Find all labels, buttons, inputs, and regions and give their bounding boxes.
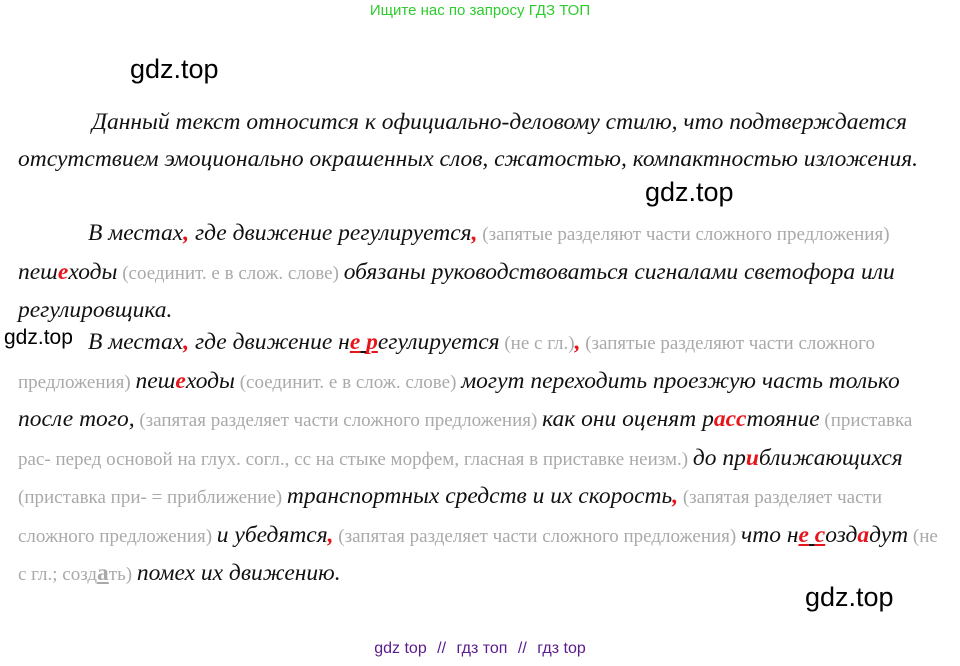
text-run: и убедятся	[216, 521, 328, 548]
grammar-comment: (соединит. е в слож. слове)	[117, 262, 344, 284]
footer-links: gdz top // гдз топ // гдз top	[0, 640, 960, 658]
highlight-letter: асс	[713, 406, 747, 432]
text-run: помех их движению.	[136, 560, 341, 586]
grammar-comment: ть)	[108, 564, 137, 585]
highlight-letter: е	[798, 521, 809, 548]
intro-paragraph: Данный текст относится к официально-дело…	[18, 104, 948, 177]
grammar-comment: (не с гл.)	[499, 333, 575, 354]
grammar-comment: (запятая разделяет части сложного предло…	[333, 525, 742, 547]
text-run: В местах	[88, 329, 184, 355]
text-run: что н	[741, 521, 799, 548]
highlight-letter: а	[857, 521, 870, 548]
grammar-comment: (приставка при- = приближение)	[18, 487, 287, 508]
text-run: где движение н	[189, 329, 350, 355]
search-banner: Ищите нас по запросу ГДЗ ТОП	[369, 2, 591, 19]
sentence-1-paragraph: В местах, где движение регулируется, (за…	[18, 215, 948, 329]
text-run: тояние	[746, 406, 820, 432]
highlight-letter: е	[349, 329, 361, 355]
intro-text: Данный текст относится к официально-дело…	[18, 109, 918, 172]
sentence-2-paragraph: В местах, где движение не регулируется (…	[18, 324, 948, 594]
grammar-comment: (запятая разделяет части сложного предло…	[134, 410, 543, 431]
footer-separator: //	[517, 640, 527, 657]
text-run: ходы	[68, 258, 118, 285]
text-run: пеш	[135, 367, 176, 394]
text-run: ходы	[185, 367, 235, 394]
footer-link-gdz-top-mixed[interactable]: гдз top	[537, 640, 585, 657]
footer-link-gdz-top[interactable]: gdz top	[374, 640, 426, 657]
text-run: до пр	[692, 444, 746, 471]
text-run: озд	[825, 521, 858, 548]
highlight-letter: е	[175, 367, 186, 394]
highlight-letter: е	[57, 258, 69, 285]
highlight-letter: р	[366, 329, 378, 355]
text-run: дут	[869, 521, 909, 548]
highlight-letter: с	[814, 521, 826, 548]
text-run: как они оценят р	[542, 406, 714, 432]
text-run: В местах	[88, 220, 184, 246]
watermark: gdz.top	[645, 177, 734, 207]
text-run: транспортных средств и их скорость	[286, 483, 673, 509]
text-run: где движение регулируется	[189, 220, 472, 246]
footer-link-gdz-top-ru[interactable]: гдз топ	[457, 640, 508, 657]
grammar-comment: (соединит. е в слож. слове)	[234, 371, 462, 393]
text-run: пеш	[18, 258, 58, 285]
watermark: gdz.top	[130, 54, 219, 84]
stressed-letter: а	[97, 560, 109, 586]
highlight-letter: и	[745, 444, 759, 471]
text-run: ближающихся	[758, 444, 903, 471]
grammar-comment: (запятые разделяют части сложного предло…	[477, 224, 890, 245]
text-run: егулируется	[377, 329, 500, 355]
footer-separator: //	[437, 640, 447, 657]
